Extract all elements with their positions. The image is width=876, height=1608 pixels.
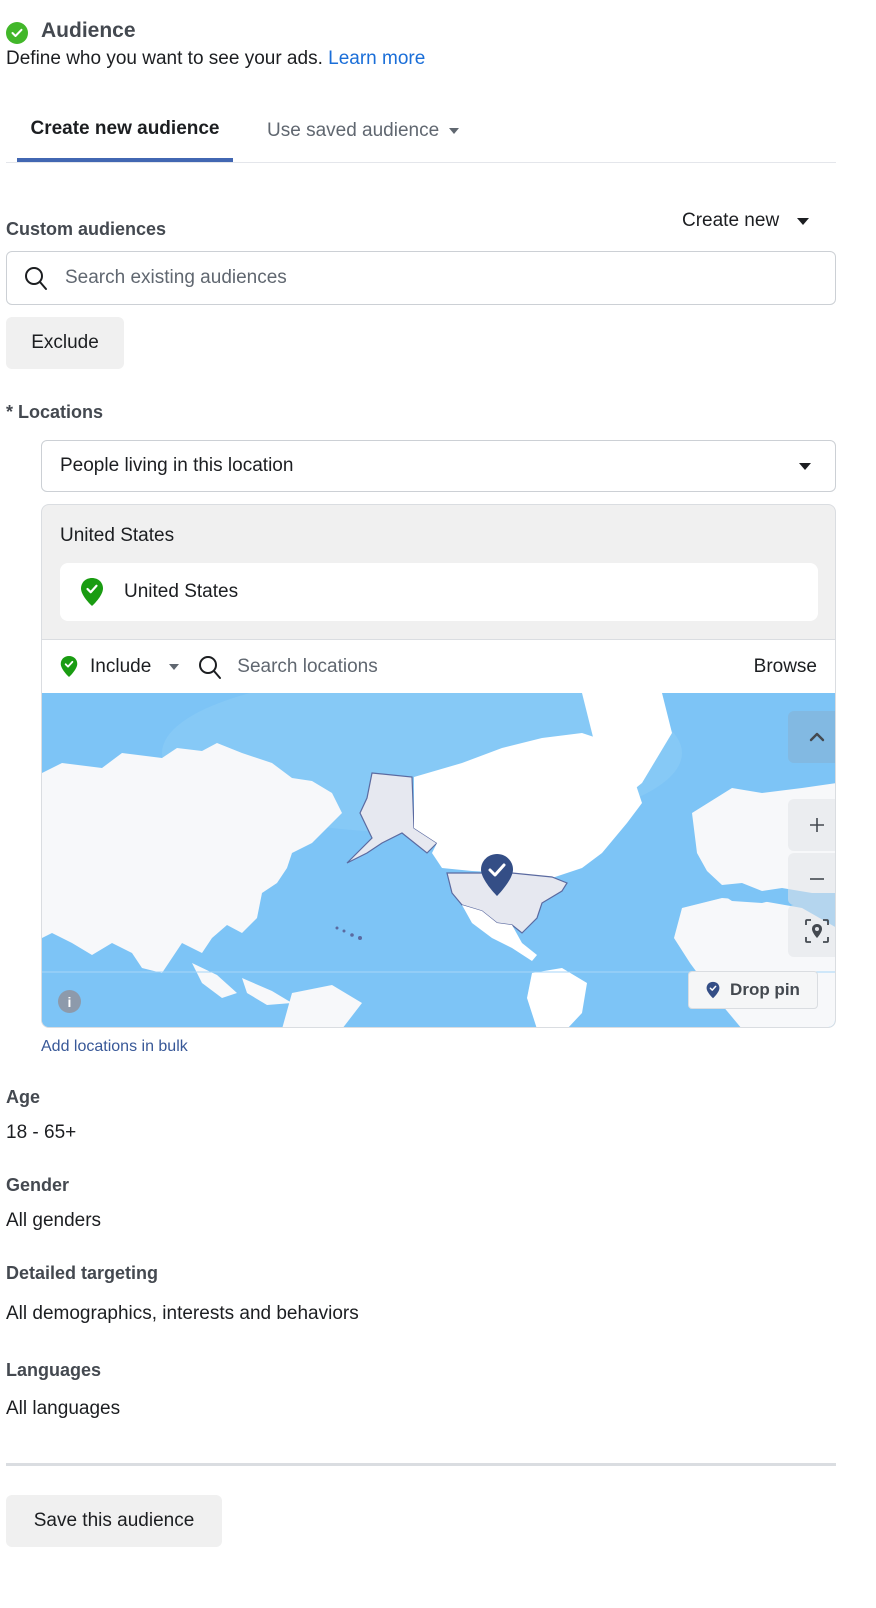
custom-audiences-label: Custom audiences	[6, 219, 167, 239]
include-pin-icon	[60, 656, 78, 677]
locate-pin-icon	[805, 919, 829, 943]
gender-label: Gender	[6, 1175, 70, 1195]
minus-icon	[810, 878, 824, 880]
save-audience-button[interactable]: Save this audience	[6, 1495, 222, 1547]
audience-search-input[interactable]	[65, 267, 765, 289]
complete-check-icon	[6, 22, 28, 44]
caret-down-icon	[449, 128, 460, 134]
location-group-title: United States	[60, 525, 175, 546]
caret-down-icon	[169, 663, 180, 670]
detailed-targeting-value[interactable]: All demographics, interests and behavior…	[6, 1303, 359, 1325]
selected-location-item[interactable]: United States	[60, 563, 818, 621]
tab-use-saved-audience[interactable]: Use saved audience	[255, 100, 471, 162]
subtitle-text: Define who you want to see your ads.	[6, 48, 323, 69]
tab-divider	[6, 162, 836, 163]
browse-button[interactable]: Browse	[754, 656, 817, 678]
map-pin-icon[interactable]	[480, 853, 514, 897]
audience-search-field[interactable]	[6, 251, 836, 305]
selected-location-name: United States	[124, 581, 239, 602]
location-search-row: Include Browse	[42, 639, 835, 693]
age-label: Age	[6, 1087, 41, 1107]
detailed-targeting-label: Detailed targeting	[6, 1263, 159, 1283]
section-divider	[6, 1463, 836, 1466]
languages-value[interactable]: All languages	[6, 1398, 120, 1420]
plus-icon	[810, 818, 824, 832]
recenter-location-button[interactable]	[788, 905, 835, 957]
learn-more-link[interactable]: Learn more	[328, 48, 425, 69]
chevron-up-icon	[809, 732, 825, 742]
create-new-dropdown[interactable]: Create new	[672, 206, 819, 236]
drop-pin-icon	[706, 981, 720, 999]
add-locations-bulk-link[interactable]: Add locations in bulk	[41, 1038, 188, 1056]
age-value[interactable]: 18 - 65+	[6, 1122, 76, 1144]
search-icon	[199, 655, 222, 679]
location-type-select[interactable]: People living in this location	[41, 440, 836, 492]
zoom-in-button[interactable]	[788, 799, 835, 851]
languages-label: Languages	[6, 1360, 102, 1380]
locations-panel: United States United States Include Brow…	[41, 504, 836, 1028]
create-new-label: Create new	[682, 210, 780, 231]
location-type-value: People living in this location	[60, 455, 294, 476]
search-icon	[25, 267, 47, 290]
tab-create-new-audience[interactable]: Create new audience	[17, 100, 233, 162]
locations-label: * Locations	[6, 402, 104, 422]
tab-label: Use saved audience	[267, 120, 440, 141]
exclude-button[interactable]: Exclude	[6, 317, 124, 369]
location-map[interactable]: Drop pin i	[42, 693, 835, 1027]
caret-down-icon	[799, 462, 811, 470]
zoom-out-button[interactable]	[788, 853, 835, 905]
included-pin-icon	[81, 578, 103, 606]
include-dropdown[interactable]: Include	[60, 655, 180, 678]
section-subtitle: Define who you want to see your ads. Lea…	[6, 48, 425, 70]
caret-down-icon	[797, 217, 810, 225]
map-info-icon[interactable]: i	[58, 990, 81, 1013]
include-label: Include	[90, 655, 152, 677]
map-collapse-button[interactable]	[788, 711, 835, 763]
drop-pin-button[interactable]: Drop pin	[688, 971, 818, 1009]
gender-value[interactable]: All genders	[6, 1210, 101, 1232]
location-search-input[interactable]	[237, 655, 754, 678]
drop-pin-label: Drop pin	[730, 980, 800, 999]
section-title: Audience	[41, 19, 136, 42]
